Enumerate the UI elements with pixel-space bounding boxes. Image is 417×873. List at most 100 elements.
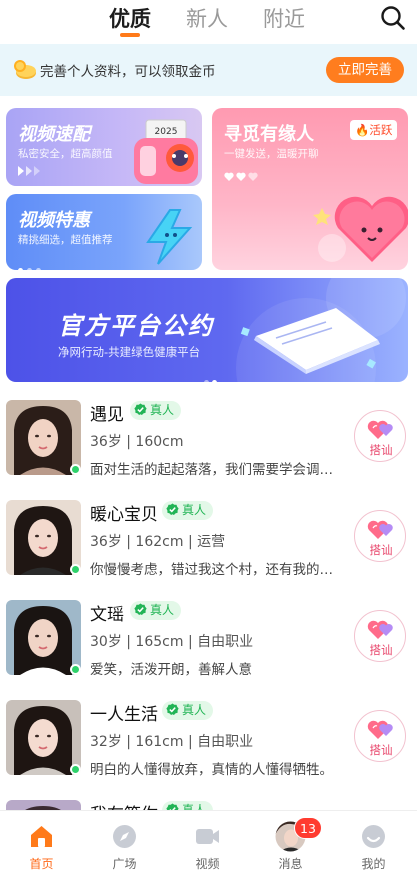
avatar-photo bbox=[6, 500, 81, 575]
banner-title: 官方平台公约 bbox=[58, 312, 214, 340]
home-icon bbox=[31, 826, 52, 847]
user-card[interactable]: 暖心宝贝 真人 36岁 | 162cm | 运营你慢慢考虑，错过我这个村，还有我的下… bbox=[0, 500, 417, 600]
user-info: 36岁 | 160cm bbox=[90, 434, 184, 450]
tab-newcomers[interactable]: 新人 bbox=[186, 3, 228, 33]
verified-check-icon bbox=[134, 603, 147, 616]
chat-up-label: 搭讪 bbox=[369, 643, 393, 657]
top-tab-bar: 优质 新人 附近 bbox=[0, 0, 417, 44]
active-badge-label: 活跃 bbox=[369, 123, 393, 137]
nav-video[interactable]: 视频 bbox=[166, 811, 249, 873]
platform-convention-banner[interactable]: 官方平台公约 净网行动-共建绿色健康平台 bbox=[6, 278, 408, 382]
video-match-subtitle: 私密安全，超高颜值 bbox=[18, 148, 113, 160]
find-match-card[interactable]: 寻觅有缘人 一键发送，温暖开聊 🔥活跃 bbox=[212, 108, 408, 270]
avatar-photo bbox=[6, 600, 81, 675]
tab-quality[interactable]: 优质 bbox=[109, 3, 151, 33]
bottom-navigation: 首页 广场 视频 13 消息 我的 bbox=[0, 810, 417, 873]
message-count-badge: 13 bbox=[294, 817, 322, 839]
heart-mascot-illustration bbox=[313, 196, 408, 262]
verified-label: 真人 bbox=[182, 503, 207, 517]
complete-profile-button[interactable]: 立即完善 bbox=[326, 57, 404, 83]
user-bio: 爱笑，活泼开朗，善解人意 bbox=[90, 662, 252, 678]
online-status-dot bbox=[70, 664, 81, 675]
chat-up-button[interactable]: 搭讪 bbox=[354, 710, 406, 762]
nav-video-label: 视频 bbox=[195, 857, 220, 871]
verified-label: 真人 bbox=[182, 703, 207, 717]
online-status-dot bbox=[70, 764, 81, 775]
banner-subtitle: 净网行动-共建绿色健康平台 bbox=[58, 345, 201, 359]
tab-nearby[interactable]: 附近 bbox=[263, 3, 305, 33]
video-match-title: 视频速配 bbox=[18, 124, 90, 145]
user-info: 30岁 | 165cm | 自由职业 bbox=[90, 634, 254, 650]
verified-label: 真人 bbox=[150, 603, 175, 617]
lightning-icon bbox=[146, 209, 193, 265]
video-deal-card[interactable]: 视频特惠 精挑细选，超值推荐 bbox=[6, 194, 202, 270]
camera-illustration: 2025 bbox=[134, 119, 198, 184]
hearts-icon bbox=[367, 520, 393, 539]
user-avatar[interactable] bbox=[6, 700, 81, 775]
profile-completion-banner: 完善个人资料，可以领取金币 立即完善 bbox=[0, 44, 417, 96]
active-tab-indicator bbox=[120, 33, 140, 37]
nav-me-label: 我的 bbox=[361, 857, 386, 871]
hearts-icon bbox=[367, 420, 393, 439]
nav-square[interactable]: 广场 bbox=[83, 811, 166, 873]
user-avatar[interactable] bbox=[6, 400, 81, 475]
online-status-dot bbox=[70, 564, 81, 575]
verified-check-icon bbox=[134, 403, 147, 416]
nav-home-label: 首页 bbox=[29, 857, 54, 871]
find-match-title: 寻觅有缘人 bbox=[224, 124, 314, 145]
user-name: 遇见 bbox=[90, 405, 124, 425]
avatar-photo bbox=[6, 400, 81, 475]
user-bio: 面对生活的起起落落，我们需要学会调整心态 bbox=[90, 462, 345, 478]
video-icon bbox=[196, 829, 219, 844]
banner-carousel-dots bbox=[204, 370, 220, 382]
user-card[interactable]: 文瑶 真人 30岁 | 165cm | 自由职业 爱笑，活泼开朗，善解人意 搭讪 bbox=[0, 600, 417, 700]
carousel-dots bbox=[18, 258, 45, 270]
verified-badge: 真人 bbox=[130, 601, 182, 620]
chat-up-button[interactable]: 搭讪 bbox=[354, 510, 406, 562]
user-card[interactable]: 一人生活 真人 32岁 | 161cm | 自由职业明白的人懂得放弃，真情的人懂得牺… bbox=[0, 700, 417, 800]
user-info: 36岁 | 162cm | 运营 bbox=[90, 534, 226, 550]
coins-icon bbox=[14, 60, 36, 79]
fire-icon: 🔥 bbox=[355, 123, 370, 137]
video-deal-subtitle: 精挑细选，超值推荐 bbox=[18, 234, 113, 246]
promo-text: 完善个人资料，可以领取金币 bbox=[40, 64, 216, 80]
hearts-icon bbox=[367, 720, 393, 739]
user-bio: 你慢慢考虑，错过我这个村，还有我的下一个村 bbox=[90, 562, 345, 578]
nav-me[interactable]: 我的 bbox=[332, 811, 415, 873]
nav-square-label: 广场 bbox=[112, 857, 137, 871]
avatar-photo bbox=[6, 700, 81, 775]
profile-icon bbox=[362, 825, 385, 848]
verified-check-icon bbox=[166, 503, 179, 516]
user-name: 一人生活 bbox=[90, 705, 158, 725]
compass-icon bbox=[113, 825, 136, 848]
nav-messages[interactable]: 13 消息 bbox=[249, 811, 332, 873]
video-deal-title: 视频特惠 bbox=[18, 210, 90, 231]
play-arrows-icon bbox=[18, 166, 40, 176]
user-name: 暖心宝贝 bbox=[90, 505, 158, 525]
hearts-icon bbox=[367, 620, 393, 639]
verified-check-icon bbox=[166, 703, 179, 716]
chat-up-button[interactable]: 搭讪 bbox=[354, 610, 406, 662]
user-card[interactable]: 遇见 真人 36岁 | 160cm 面对生活的起起落落，我们需要学会调整心态 搭讪 bbox=[0, 400, 417, 500]
user-info: 32岁 | 161cm | 自由职业 bbox=[90, 734, 254, 750]
search-icon[interactable] bbox=[380, 5, 406, 31]
user-name: 文瑶 bbox=[90, 605, 124, 625]
chat-up-label: 搭讪 bbox=[369, 543, 393, 557]
chat-up-label: 搭讪 bbox=[369, 443, 393, 457]
video-match-card[interactable]: 视频速配 私密安全，超高颜值 2025 bbox=[6, 108, 202, 186]
active-badge: 🔥活跃 bbox=[350, 120, 398, 140]
verified-badge: 真人 bbox=[130, 401, 182, 420]
online-status-dot bbox=[70, 464, 81, 475]
hearts-row-icon bbox=[224, 172, 258, 181]
nav-home[interactable]: 首页 bbox=[0, 811, 83, 873]
verified-badge: 真人 bbox=[162, 501, 214, 520]
verified-label: 真人 bbox=[150, 403, 175, 417]
nav-messages-label: 消息 bbox=[278, 857, 303, 871]
user-avatar[interactable] bbox=[6, 600, 81, 675]
chat-up-button[interactable]: 搭讪 bbox=[354, 410, 406, 462]
find-match-subtitle: 一键发送，温暖开聊 bbox=[224, 148, 319, 160]
verified-badge: 真人 bbox=[162, 701, 214, 720]
chat-up-label: 搭讪 bbox=[369, 743, 393, 757]
user-avatar[interactable] bbox=[6, 500, 81, 575]
user-bio: 明白的人懂得放弃，真情的人懂得牺牲。 bbox=[90, 762, 333, 778]
